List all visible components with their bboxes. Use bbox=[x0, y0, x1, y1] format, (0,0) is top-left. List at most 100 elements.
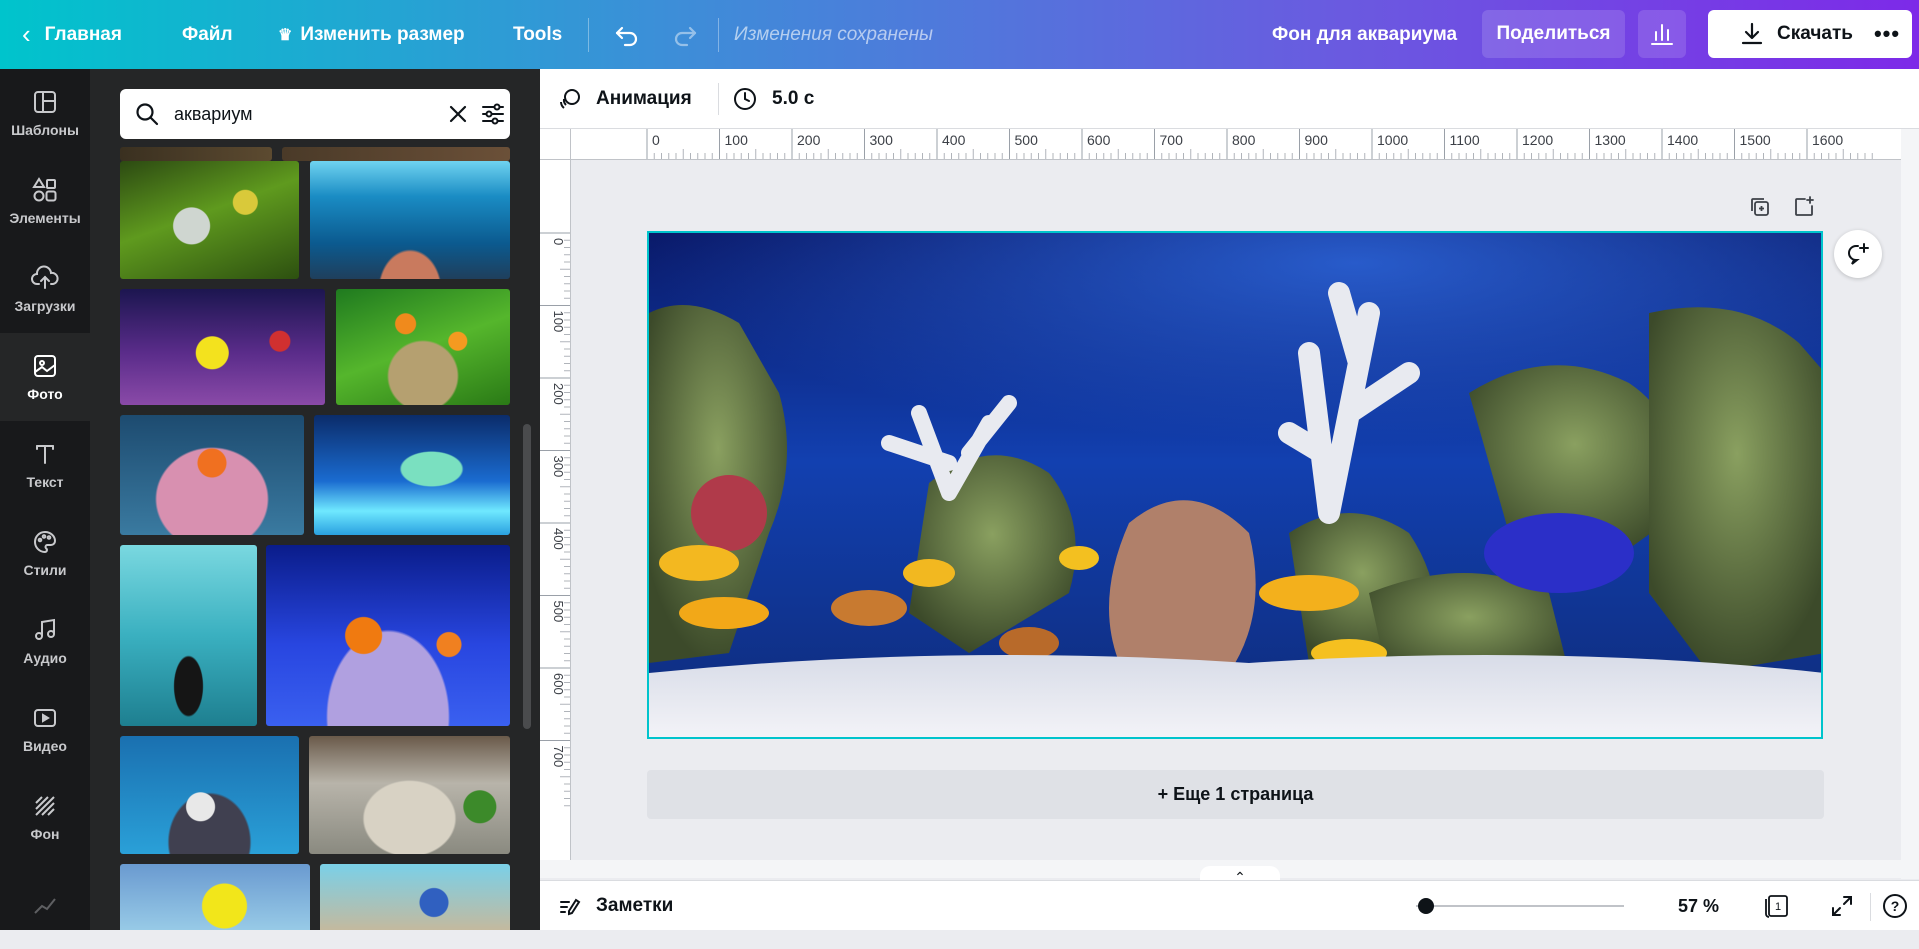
save-status: Изменения сохранены bbox=[734, 23, 934, 45]
photo-thumbnail[interactable] bbox=[120, 736, 299, 854]
rail-label: Элементы bbox=[9, 210, 81, 226]
ruler-label: 200 bbox=[797, 132, 821, 148]
ruler-label: 700 bbox=[1160, 132, 1184, 148]
photo-thumbnail[interactable] bbox=[309, 736, 510, 854]
photo-thumbnail[interactable] bbox=[120, 161, 299, 279]
rail-label: Стили bbox=[23, 562, 67, 578]
add-comment-button[interactable] bbox=[1834, 230, 1882, 278]
rail-label: Фото bbox=[27, 386, 63, 402]
ruler-label: 100 bbox=[551, 311, 566, 333]
zoom-slider-handle[interactable] bbox=[1418, 898, 1435, 914]
download-label: Скачать bbox=[1777, 23, 1853, 44]
redo-icon[interactable] bbox=[670, 20, 700, 50]
rail-label: Фон bbox=[30, 826, 60, 842]
horizontal-ruler: 0 100 200 300 400 500 600 700 800 900 1000 1100 1200… bbox=[571, 129, 1901, 160]
rail-item-templates[interactable]: Шаблоны bbox=[0, 69, 90, 157]
aquarium-photo bbox=[649, 233, 1821, 737]
fullscreen-icon[interactable] bbox=[1830, 894, 1854, 918]
photo-thumbnail[interactable] bbox=[120, 864, 310, 930]
ruler-label: 500 bbox=[551, 601, 566, 623]
notes-button[interactable]: Заметки bbox=[558, 881, 673, 931]
add-page-icon[interactable] bbox=[1792, 195, 1816, 219]
rail-label: Шаблоны bbox=[11, 122, 79, 138]
photo-thumbnail[interactable] bbox=[314, 415, 510, 535]
vertical-scrollbar[interactable] bbox=[1901, 129, 1919, 879]
panel-scrollbar[interactable] bbox=[523, 424, 531, 729]
page-tools bbox=[1748, 195, 1816, 219]
file-menu-button[interactable]: Файл bbox=[182, 0, 233, 69]
ruler-label: 300 bbox=[870, 132, 894, 148]
rail-item-elements[interactable]: Элементы bbox=[0, 157, 90, 245]
zoom-slider[interactable] bbox=[1416, 905, 1624, 907]
header-divider bbox=[718, 18, 719, 52]
ruler-label: 500 bbox=[1015, 132, 1039, 148]
animation-button[interactable]: Анимация bbox=[558, 69, 692, 129]
design-page[interactable] bbox=[647, 231, 1823, 739]
ruler-label: 300 bbox=[551, 456, 566, 478]
chevron-left-icon: ‹ bbox=[22, 19, 31, 49]
rail-item-charts[interactable] bbox=[0, 861, 90, 949]
photo-thumbnail[interactable] bbox=[336, 289, 510, 405]
tools-button[interactable]: Tools bbox=[513, 0, 562, 69]
filter-icon[interactable] bbox=[480, 101, 506, 127]
toolbar-divider bbox=[718, 83, 719, 115]
rail-label: Видео bbox=[23, 738, 67, 754]
rail-item-background[interactable]: Фон bbox=[0, 773, 90, 861]
ruler-label: 0 bbox=[551, 238, 566, 245]
rail-label: Загрузки bbox=[14, 298, 76, 314]
photo-thumbnail[interactable] bbox=[120, 415, 304, 535]
animation-icon bbox=[560, 89, 580, 109]
ruler-label: 1000 bbox=[1377, 132, 1408, 148]
more-options-button[interactable]: ••• bbox=[1862, 10, 1912, 58]
rail-item-audio[interactable]: Аудио bbox=[0, 597, 90, 685]
video-icon bbox=[34, 709, 56, 727]
ruler-label: 600 bbox=[551, 673, 566, 695]
rail-item-photos[interactable]: Фото bbox=[0, 333, 90, 421]
photo-thumbnail[interactable] bbox=[310, 161, 510, 279]
search-box[interactable]: аквариум bbox=[120, 89, 510, 139]
help-icon[interactable]: ? bbox=[1882, 893, 1908, 919]
photo-thumbnail[interactable] bbox=[320, 864, 510, 930]
duration-label: 5.0 с bbox=[772, 88, 815, 109]
undo-icon[interactable] bbox=[612, 20, 642, 50]
home-button[interactable]: ‹ Главная bbox=[22, 0, 122, 69]
add-page-button[interactable]: + Еще 1 страница bbox=[647, 770, 1824, 819]
music-note-icon bbox=[35, 618, 55, 640]
pages-grid-icon[interactable]: 1 bbox=[1765, 894, 1791, 918]
ruler-label: 0 bbox=[652, 132, 660, 148]
ruler-label: 700 bbox=[551, 746, 566, 768]
search-icon bbox=[136, 103, 159, 126]
photo-thumbnail[interactable] bbox=[120, 545, 257, 726]
rail-item-uploads[interactable]: Загрузки bbox=[0, 245, 90, 333]
ruler-label: 1400 bbox=[1667, 132, 1698, 148]
photo-thumbnail[interactable] bbox=[266, 545, 510, 726]
top-header: ‹ Главная Файл ♛ Изменить размер Tools И… bbox=[0, 0, 1919, 69]
ruler-corner bbox=[540, 129, 571, 160]
ruler-label: 400 bbox=[551, 528, 566, 550]
search-input[interactable]: аквариум bbox=[174, 89, 253, 139]
side-rail: Шаблоны Элементы Загрузки Фото Текст Сти… bbox=[0, 69, 90, 930]
share-button[interactable]: Поделиться bbox=[1482, 10, 1625, 58]
photo-thumbnail[interactable] bbox=[120, 147, 272, 161]
home-label: Главная bbox=[44, 23, 122, 45]
page-count: 1 bbox=[1775, 901, 1781, 913]
ruler-label: 1200 bbox=[1522, 132, 1553, 148]
rail-item-video[interactable]: Видео bbox=[0, 685, 90, 773]
photo-thumbnail[interactable] bbox=[282, 147, 510, 161]
rail-item-styles[interactable]: Стили bbox=[0, 509, 90, 597]
download-button[interactable]: Скачать bbox=[1708, 10, 1884, 58]
resize-button[interactable]: ♛ Изменить размер bbox=[278, 0, 465, 69]
photo-thumbnail[interactable] bbox=[120, 289, 325, 405]
insights-button[interactable] bbox=[1638, 10, 1686, 58]
design-title[interactable]: Фон для аквариума bbox=[1272, 0, 1457, 69]
clock-icon bbox=[734, 88, 756, 110]
photos-panel: аквариум bbox=[90, 69, 540, 930]
zoom-value[interactable]: 57 % bbox=[1678, 881, 1719, 931]
rail-item-text[interactable]: Текст bbox=[0, 421, 90, 509]
ruler-label: 800 bbox=[1232, 132, 1256, 148]
duration-button[interactable]: 5.0 с bbox=[732, 69, 814, 129]
duplicate-page-icon[interactable] bbox=[1748, 195, 1772, 219]
ruler-label: 400 bbox=[942, 132, 966, 148]
bar-chart-icon bbox=[1651, 24, 1673, 45]
clear-icon[interactable] bbox=[446, 102, 470, 126]
